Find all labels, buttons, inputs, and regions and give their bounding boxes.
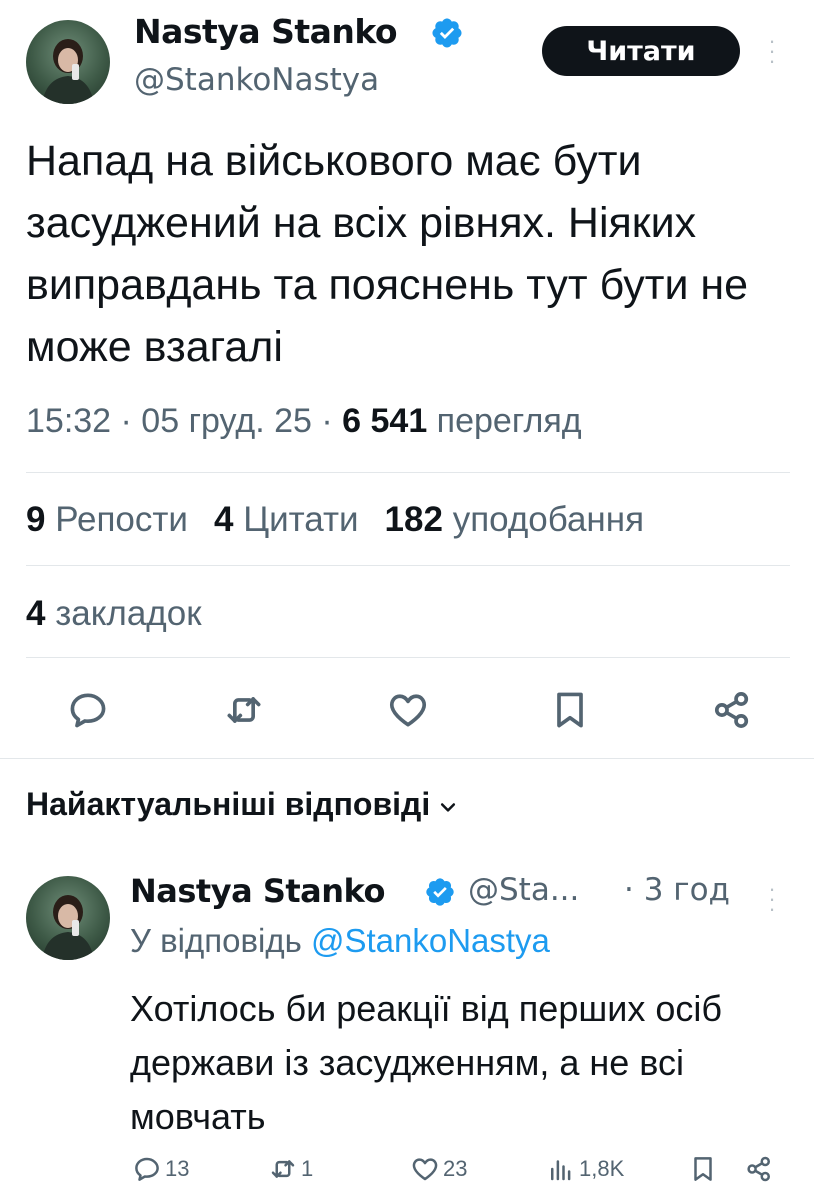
- tweet-text: Напад на військового має бути засуджений…: [26, 137, 749, 371]
- reposts-stat[interactable]: 9 Репости: [26, 500, 188, 539]
- engagement-stats: 9 Репости 4 Цитати 182 уподобання: [26, 500, 644, 540]
- author-avatar[interactable]: [26, 20, 110, 104]
- tweet-meta: 15:32 · 05 груд. 25 · 6 541 перегляд: [26, 402, 582, 441]
- reply-like-button[interactable]: 23: [410, 1152, 467, 1186]
- reply-header: Nastya Stanko: [130, 872, 385, 910]
- likes-stat[interactable]: 182 уподобання: [385, 500, 645, 539]
- reposts-label: Репости: [55, 500, 188, 539]
- reply-views-count: 1,8K: [579, 1156, 625, 1181]
- reposts-count: 9: [26, 500, 46, 539]
- reply-to-prefix: У відповідь: [130, 922, 311, 959]
- reply-likes-count: 23: [443, 1156, 468, 1181]
- verified-badge-icon: [432, 18, 462, 48]
- views-icon: [551, 1160, 571, 1181]
- bookmark-icon[interactable]: [548, 688, 592, 732]
- reply-repost-button[interactable]: 1: [268, 1152, 313, 1186]
- repost-icon: [271, 1160, 295, 1178]
- verified-badge-icon: [426, 878, 454, 906]
- follow-button[interactable]: Читати: [542, 26, 740, 76]
- bookmarks-stat[interactable]: 4 закладок: [26, 594, 202, 634]
- bookmark-icon: [694, 1157, 712, 1181]
- reply-share-button[interactable]: [744, 1152, 777, 1186]
- reply-bookmark-button[interactable]: [688, 1152, 721, 1186]
- views-count: 6 541: [342, 402, 428, 440]
- divider: [26, 472, 790, 473]
- reply-text: Хотілось би реакції від перших осіб держ…: [130, 988, 722, 1137]
- reply-reply-button[interactable]: 13: [132, 1152, 189, 1186]
- like-icon[interactable]: [386, 688, 430, 732]
- more-icon[interactable]: · · ·: [766, 878, 778, 920]
- likes-label: уподобання: [452, 500, 645, 539]
- reply-replies-count: 13: [165, 1156, 190, 1181]
- reply-reposts-count: 1: [301, 1156, 314, 1181]
- reply-to-link[interactable]: @StankoNastya: [311, 922, 550, 959]
- quotes-label: Цитати: [243, 500, 359, 539]
- quotes-stat[interactable]: 4 Цитати: [214, 500, 359, 539]
- reply-author-avatar[interactable]: [26, 876, 110, 960]
- reply-author-handle[interactable]: @Sta...: [468, 872, 579, 908]
- chevron-down-icon: [441, 802, 456, 812]
- quotes-count: 4: [213, 500, 234, 539]
- like-icon: [412, 1158, 438, 1181]
- replies-sort-toggle[interactable]: Найактуальніші відповіді: [26, 786, 458, 823]
- bookmarks-label: закладок: [55, 594, 202, 633]
- divider: [26, 565, 790, 566]
- likes-count: 182: [384, 500, 443, 539]
- share-icon: [747, 1156, 770, 1182]
- reply-views-button[interactable]: 1,8K: [546, 1152, 624, 1186]
- reply-icon: [135, 1157, 159, 1181]
- reply-icon[interactable]: [66, 688, 110, 732]
- author-handle[interactable]: @StankoNastya: [134, 62, 379, 98]
- more-icon[interactable]: · · ·: [766, 30, 778, 72]
- tweet-time[interactable]: 15:32 · 05 груд. 25 ·: [26, 402, 342, 440]
- reply-author-name[interactable]: Nastya Stanko: [130, 872, 385, 910]
- reply-time[interactable]: · 3 год: [624, 872, 730, 908]
- repost-icon[interactable]: [222, 688, 266, 732]
- views-label: перегляд: [427, 402, 582, 440]
- reply-to-line: У відповідь @StankoNastya: [130, 922, 550, 960]
- author-name[interactable]: Nastya Stanko: [134, 12, 398, 51]
- divider: [26, 657, 790, 658]
- section-divider: [0, 758, 814, 759]
- replies-title: Найактуальніші відповіді: [26, 786, 431, 822]
- bookmarks-count: 4: [26, 594, 46, 633]
- share-icon[interactable]: [710, 688, 754, 732]
